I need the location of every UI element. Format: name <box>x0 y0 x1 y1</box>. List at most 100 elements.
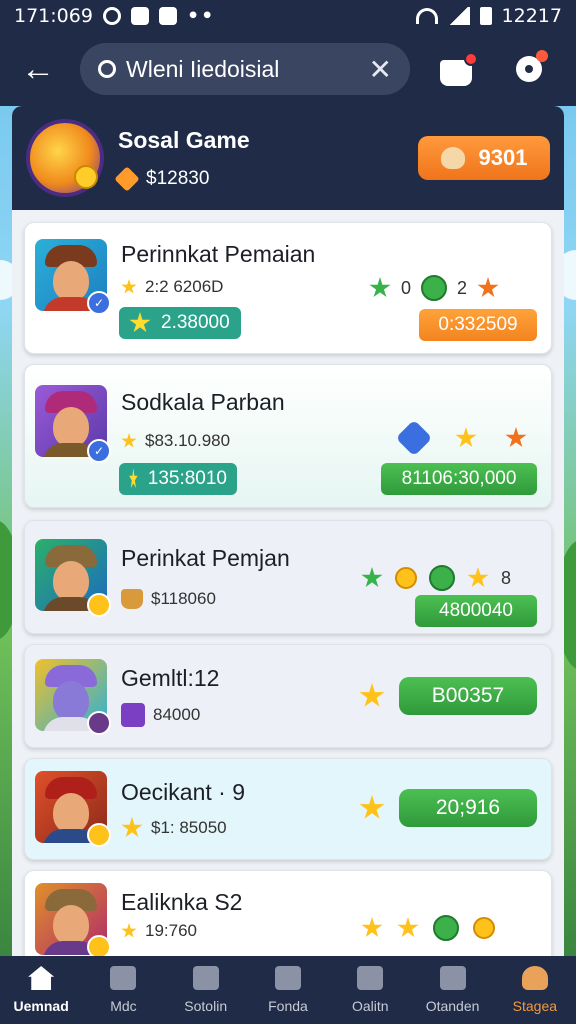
coin-badge-icon <box>87 935 111 956</box>
star-icon <box>361 917 383 938</box>
back-button[interactable]: ← <box>18 49 58 89</box>
signal-icon <box>447 7 470 25</box>
search-input[interactable] <box>126 55 356 83</box>
verified-icon: ✓ <box>87 291 111 315</box>
star-icon <box>359 683 385 707</box>
nav-item-mdc[interactable]: Mdc <box>82 956 164 1024</box>
star-icon <box>129 468 138 489</box>
blue-badge-icon <box>395 419 433 457</box>
leaderboard-card[interactable]: ✓ Sodkala Parban $83.10.980 135:8010 811… <box>24 364 552 508</box>
card-title: Perinnkat Pemaian <box>121 241 316 267</box>
star-icon <box>359 795 385 819</box>
clear-search-button[interactable]: ✕ <box>369 53 392 86</box>
orange-star-icon <box>477 277 499 298</box>
nav-item-sotolin[interactable]: Sotolin <box>165 956 247 1024</box>
more-notifications-icon: •• <box>186 5 216 27</box>
star-icon <box>467 567 489 588</box>
card-icon-text-b: 2 <box>457 277 468 298</box>
search-icon <box>98 60 116 78</box>
score-pill: 2.38000 <box>119 307 241 339</box>
leaderboard-card[interactable]: ✓ Perinnkat Pemaian 2:2 6206D 2.38000 0 … <box>24 222 552 354</box>
orange-star-icon <box>505 427 527 448</box>
green-coin-icon <box>421 275 448 301</box>
green-coin-icon <box>433 915 459 941</box>
reward-button[interactable]: 4800040 <box>415 595 537 627</box>
settings-button[interactable] <box>512 50 548 86</box>
star-icon <box>121 279 137 294</box>
profile-icon <box>521 966 548 990</box>
coin-icon <box>74 165 98 189</box>
nav-label: Mdc <box>110 998 137 1014</box>
alarm-icon <box>102 7 121 25</box>
card-title: Oecikant · 9 <box>121 779 245 805</box>
star-icon <box>121 817 143 838</box>
coin-icon <box>473 917 495 939</box>
score-value: 2.38000 <box>161 312 230 333</box>
gamepad-icon <box>357 966 384 990</box>
star-icon <box>397 917 419 938</box>
game-notification-icon <box>158 7 177 25</box>
nav-item-home[interactable]: Uemnad <box>0 956 82 1024</box>
card-title: Sodkala Parban <box>121 389 285 415</box>
card-title: Gemltl:12 <box>121 665 220 691</box>
game-logo <box>26 119 104 197</box>
reward-button[interactable]: 81106:30,000 <box>381 463 537 495</box>
bottom-navigation: Uemnad Mdc Sotolin Fonda Oalitn Otanden … <box>0 956 576 1024</box>
nav-label: Sotolin <box>184 998 228 1014</box>
shop-button[interactable] <box>440 52 478 86</box>
game-title: Sosal Game <box>118 126 250 153</box>
search-icon <box>439 966 466 990</box>
status-bar: 171:069 •• 12217 <box>0 0 576 32</box>
card-title: Perinkat Pemjan <box>121 545 290 571</box>
nav-label: Uemnad <box>13 998 69 1014</box>
card-title: Ealiknka S2 <box>121 889 243 915</box>
status-time: 171:069 <box>14 5 93 27</box>
card-subtitle: 2:2 6206D <box>145 277 224 296</box>
star-icon <box>129 312 151 333</box>
score-pill: 135:8010 <box>119 463 237 495</box>
currency-button-label: 9301 <box>478 145 528 170</box>
gem-icon <box>114 165 140 192</box>
leaderboard-card[interactable]: Oecikant · 9 $1: 85050 20;916 <box>24 758 552 860</box>
leaderboard-card[interactable]: Ealiknka S2 19:760 <box>24 870 552 956</box>
card-subtitle: $83.10.980 <box>145 431 231 450</box>
card-subtitle: $118060 <box>151 589 216 608</box>
home-icon <box>28 966 55 990</box>
coin-badge-icon <box>87 823 111 847</box>
coin-icon <box>395 567 417 589</box>
tool-badge-icon <box>87 711 111 735</box>
nav-label: Fonda <box>268 998 308 1014</box>
star-icon <box>455 427 477 448</box>
star-icon <box>121 433 137 448</box>
notification-icon <box>130 7 149 25</box>
card-subtitle: $1: 85050 <box>151 818 227 837</box>
search-box[interactable]: ✕ <box>80 43 410 95</box>
game-header: Sosal Game $12830 9301 <box>12 106 564 210</box>
green-star-icon <box>361 567 383 588</box>
leaderboard-card[interactable]: Gemltl:12 84000 B00357 <box>24 644 552 748</box>
card-icon-text-a: 0 <box>401 277 412 298</box>
score-value: 135:8010 <box>147 468 227 489</box>
settings-badge <box>536 50 548 62</box>
card-subtitle: 19:760 <box>145 921 197 940</box>
status-right-text: 12217 <box>501 5 562 27</box>
nav-item-fonda[interactable]: Fonda <box>247 956 329 1024</box>
grid-icon <box>192 966 219 990</box>
reward-button[interactable]: 0:332509 <box>419 309 537 341</box>
nav-label: Otanden <box>425 998 480 1014</box>
nav-label: Stagea <box>512 998 558 1014</box>
notification-badge <box>464 52 478 66</box>
reward-button[interactable]: 20;916 <box>399 789 537 827</box>
leaderboard-card[interactable]: Perinkat Pemjan $118060 8 4800040 <box>24 520 552 634</box>
nav-item-stagea[interactable]: Stagea <box>494 956 576 1024</box>
nav-item-otanden[interactable]: Otanden <box>411 956 493 1024</box>
battery-icon <box>479 7 492 25</box>
balance-value: $12830 <box>146 167 210 189</box>
feather-icon <box>110 966 137 990</box>
currency-button[interactable]: 9301 <box>418 136 550 180</box>
square-icon <box>274 966 301 990</box>
leaderboard-panel: Sosal Game $12830 9301 ✓ Perinnkat Pemai… <box>12 106 564 956</box>
reward-button[interactable]: B00357 <box>399 677 537 715</box>
card-subtitle: 84000 <box>153 705 201 724</box>
nav-item-oalitn[interactable]: Oalitn <box>329 956 411 1024</box>
